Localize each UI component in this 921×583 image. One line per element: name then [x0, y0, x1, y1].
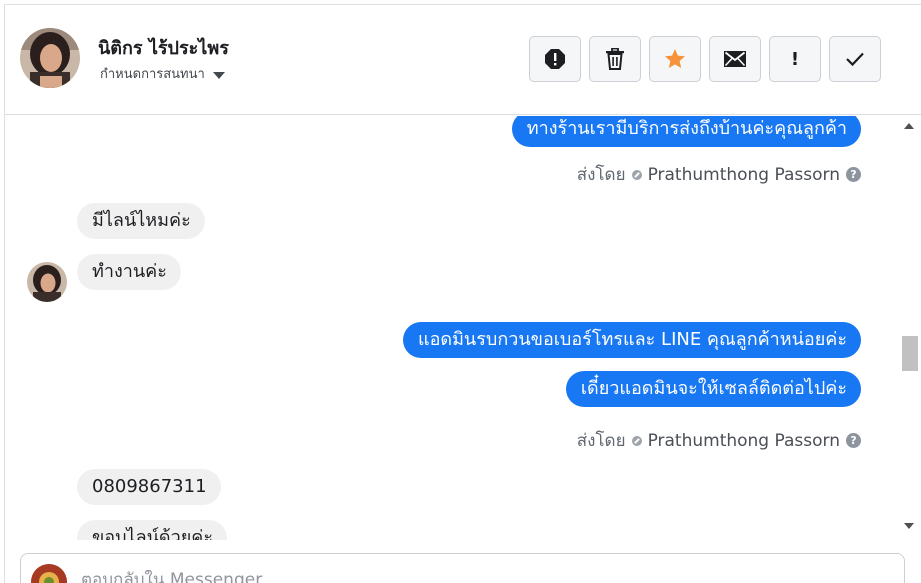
conversation-toolbar: ! [529, 36, 881, 82]
message-incoming[interactable]: ขอบไลน์ด้วยค่ะ [77, 520, 227, 540]
message-incoming[interactable]: ทำงานค่ะ [77, 254, 181, 290]
message-incoming[interactable]: มีไลน์ไหมค่ะ [77, 203, 205, 239]
agent-check-icon [631, 169, 642, 180]
chevron-down-icon [212, 71, 225, 79]
follow-up-button[interactable]: ! [769, 36, 821, 82]
contact-avatar-small [27, 262, 67, 302]
agent-name[interactable]: Prathumthong Passorn [648, 431, 840, 451]
star-button[interactable] [649, 36, 701, 82]
scroll-up-arrow-icon[interactable] [904, 123, 914, 129]
agent-name[interactable]: Prathumthong Passorn [648, 165, 840, 185]
message-incoming[interactable]: 0809867311 [77, 469, 221, 505]
delete-button[interactable] [589, 36, 641, 82]
trash-icon [606, 48, 624, 70]
help-icon[interactable]: ? [846, 167, 861, 182]
sent-by-label: ส่งโดย [576, 431, 626, 451]
page-avatar [31, 564, 67, 583]
help-icon[interactable]: ? [846, 433, 861, 448]
checkmark-icon [846, 52, 864, 67]
exclamation-icon: ! [790, 48, 800, 70]
message-outgoing[interactable]: เดี๋ยวแอดมินจะให้เซลล์ติดต่อไปค่ะ [565, 371, 861, 407]
conversation-header: นิติกร ไร้ประไพร กำหนดการสนทนา ! [5, 5, 921, 115]
agent-check-icon [631, 435, 642, 446]
scroll-down-arrow-icon[interactable] [904, 523, 914, 529]
contact-name[interactable]: นิติกร ไร้ประไพร [98, 33, 229, 62]
message-outgoing[interactable]: แอดมินรบกวนขอเบอร์โทรและ LINE คุณลูกค้าห… [402, 322, 861, 358]
contact-avatar[interactable] [20, 28, 80, 88]
assign-conversation-dropdown[interactable]: กำหนดการสนทนา [100, 63, 225, 84]
reply-input[interactable] [81, 570, 681, 583]
mark-done-button[interactable] [829, 36, 881, 82]
sent-by-line: ส่งโดย Prathumthong Passorn ? [577, 161, 861, 188]
assign-label: กำหนดการสนทนา [100, 67, 205, 82]
mark-unread-button[interactable] [709, 36, 761, 82]
envelope-icon [724, 51, 746, 67]
reply-composer [20, 553, 905, 583]
sent-by-line: ส่งโดย Prathumthong Passorn ? [577, 427, 861, 454]
message-outgoing[interactable]: ทางร้านเรามีบริการส่งถึงบ้านค่ะคุณลูกค้า [511, 116, 861, 147]
octagon-alert-icon [545, 49, 565, 69]
star-icon [665, 49, 685, 68]
spam-button[interactable] [529, 36, 581, 82]
sent-by-label: ส่งโดย [576, 165, 626, 185]
message-thread: ทางร้านเรามีบริการส่งถึงบ้านค่ะคุณลูกค้า… [5, 116, 898, 540]
thread-scrollbar[interactable] [898, 116, 921, 540]
scroll-thumb[interactable] [902, 336, 918, 371]
